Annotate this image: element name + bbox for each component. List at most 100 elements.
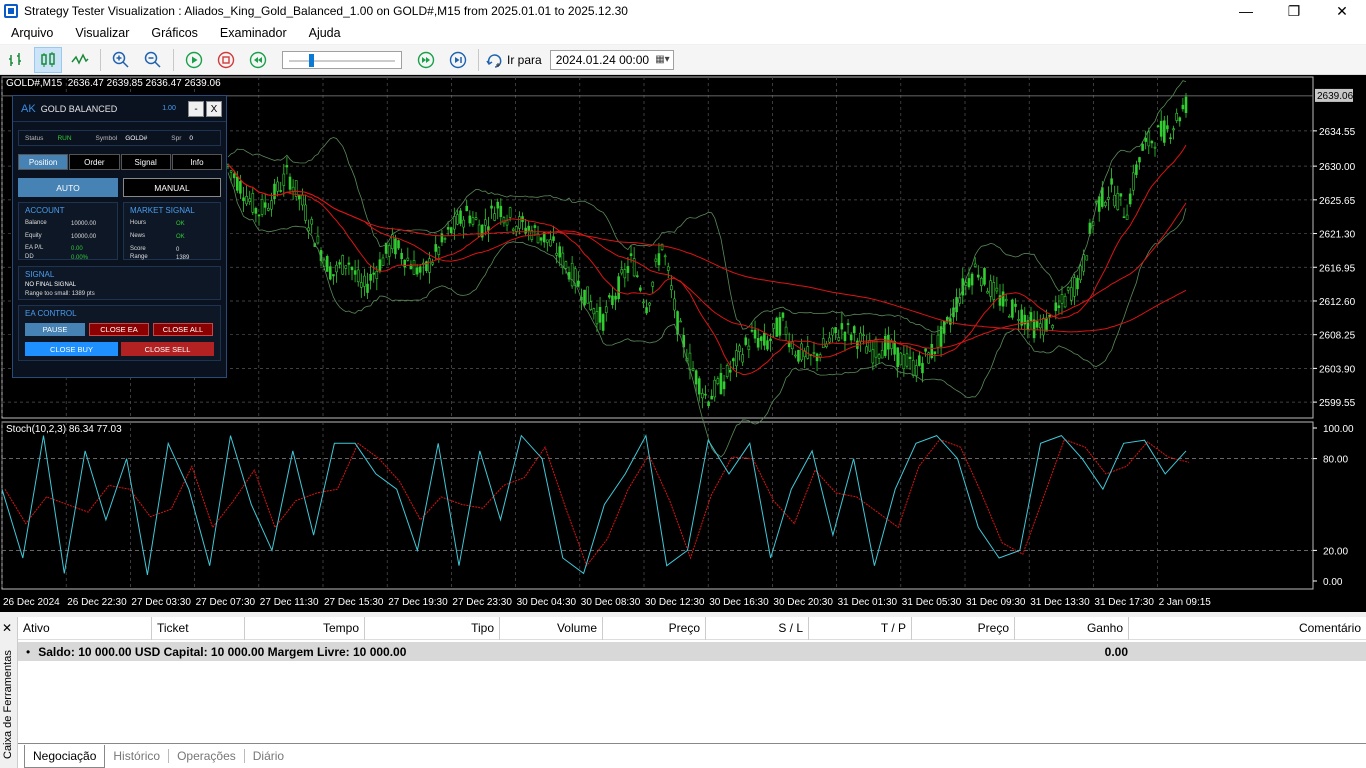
candle-body [1048,314,1051,317]
maximize-button[interactable]: ❐ [1270,0,1318,22]
candle-body [1063,295,1067,308]
candle-body [766,340,769,350]
minimize-button[interactable]: — [1222,0,1270,22]
candlestick-icon[interactable] [34,46,62,73]
ea-close-button[interactable]: X [206,101,222,117]
manual-button[interactable]: MANUAL [123,178,221,197]
fast-forward-icon[interactable] [412,47,440,73]
line-chart-icon[interactable] [66,47,94,73]
tab-info[interactable]: Info [171,154,222,170]
close-ea-button[interactable]: CLOSE EA [89,323,149,336]
candle-body [298,195,301,200]
candle-body [1073,277,1076,297]
menu-examinador[interactable]: Examinador [209,22,298,44]
candle-body [257,214,261,217]
tab-historico[interactable]: Histórico [105,749,170,763]
col-tp[interactable]: T / P [809,617,912,640]
toolbox-label: Caixa de Ferramentas [2,650,14,759]
candle-body [1029,312,1033,321]
goto-date-field[interactable]: 2024.01.24 00:00 ▦▾ [549,49,674,70]
candle-body [344,265,348,269]
candle-body [440,233,444,243]
candle-body [614,295,617,300]
candle-body [1116,193,1120,210]
col-comentario[interactable]: Comentário [1129,617,1366,640]
rewind-icon[interactable] [244,47,272,73]
candle-body [899,352,903,366]
candle-body [1144,137,1147,142]
tab-order[interactable]: Order [69,154,120,170]
slider-track [289,59,395,62]
candle-body [555,253,558,256]
pause-button[interactable]: PAUSE [25,323,85,336]
candle-body [710,395,713,400]
dd-label: DD [25,254,34,260]
news-label: News [130,233,146,239]
candle-body [232,173,236,179]
col-volume[interactable]: Volume [500,617,603,640]
candle-body [629,253,633,256]
candle-body [735,350,738,367]
menu-visualizar[interactable]: Visualizar [64,22,140,44]
calendar-dropdown-icon[interactable]: ▦▾ [655,54,669,65]
toolbox-close-icon[interactable]: ✕ [2,621,12,635]
close-sell-button[interactable]: CLOSE SELL [121,342,214,356]
candle-body [350,266,354,271]
candle-body [834,327,837,334]
col-ganho[interactable]: Ganho [1015,617,1129,640]
col-preco[interactable]: Preço [603,617,706,640]
zoom-out-icon[interactable] [139,47,167,73]
play-icon[interactable] [180,47,208,73]
stop-icon[interactable] [212,47,240,73]
menu-arquivo[interactable]: Arquivo [0,22,64,44]
speed-slider[interactable] [282,50,402,69]
close-buy-button[interactable]: CLOSE BUY [25,342,118,356]
tab-operacoes[interactable]: Operações [169,749,245,763]
candle-body [828,337,831,343]
candle-body [902,354,906,370]
col-ticket[interactable]: Ticket [152,617,245,640]
bar-chart-icon[interactable] [2,47,30,73]
candle-body [635,275,639,277]
candle-body [493,213,496,221]
hours-label: Hours [130,220,147,226]
auto-button[interactable]: AUTO [18,178,118,197]
slider-thumb[interactable] [308,53,314,67]
tab-signal[interactable]: Signal [120,154,171,170]
ea-minimize-button[interactable]: - [188,101,204,117]
candle-body [608,295,611,298]
candle-body [1060,294,1064,304]
candle-body [976,274,980,278]
app-icon [4,4,18,18]
candle-body [552,236,555,241]
candle-body [759,336,763,341]
hours-value: OK [176,221,185,227]
candle-body [865,346,868,354]
candle-body [1004,298,1008,302]
account-title: ACCOUNT [25,206,65,215]
balance-row[interactable]: • Saldo: 10 000.00 USD Capital: 10 000.0… [18,642,1366,661]
candle-body [453,216,456,230]
candle-body [1128,193,1132,205]
close-button[interactable]: ✕ [1318,0,1366,22]
candle-body [1011,299,1014,318]
col-tipo[interactable]: Tipo [365,617,500,640]
skip-to-end-icon[interactable] [444,47,472,73]
time-tick-label: 31 Dec 17:30 [1094,597,1154,608]
col-tempo[interactable]: Tempo [245,617,365,640]
candle-body [738,345,741,352]
candle-body [332,274,335,277]
candle-body [648,302,651,306]
candle-body [465,205,469,212]
zoom-in-icon[interactable] [107,47,135,73]
menu-ajuda[interactable]: Ajuda [298,22,352,44]
col-preco-atual[interactable]: Preço [912,617,1015,640]
close-all-button[interactable]: CLOSE ALL [153,323,213,336]
tab-negociacao[interactable]: Negociação [24,744,106,768]
goto-icon[interactable] [485,47,505,73]
tab-position[interactable]: Position [18,154,69,170]
col-sl[interactable]: S / L [706,617,809,640]
tab-diario[interactable]: Diário [245,749,292,763]
col-ativo[interactable]: Ativo [18,617,152,640]
menu-graficos[interactable]: Gráficos [140,22,209,44]
